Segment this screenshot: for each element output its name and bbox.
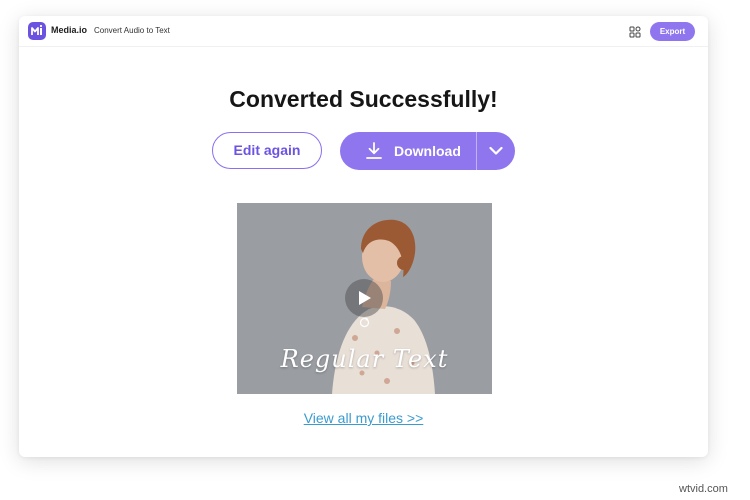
download-button-group: Download (340, 132, 515, 170)
top-bar: Media.io Convert Audio to Text Export (19, 16, 708, 47)
play-button[interactable] (345, 279, 383, 317)
success-headline: Converted Successfully! (229, 86, 498, 112)
app-window: Media.io Convert Audio to Text Export Co… (19, 16, 708, 457)
mediaio-logo-icon[interactable] (28, 22, 46, 40)
watermark: wtvid.com (679, 483, 728, 495)
download-options-dropdown[interactable] (477, 132, 515, 170)
video-preview[interactable]: Regular Text (237, 203, 492, 394)
grid-apps-icon[interactable] (629, 25, 641, 38)
edit-again-button[interactable]: Edit again (212, 132, 322, 169)
play-icon (359, 291, 371, 305)
download-button[interactable]: Download (340, 132, 476, 170)
loop-icon[interactable] (359, 315, 370, 333)
export-button[interactable]: Export (650, 22, 695, 41)
breadcrumb: Convert Audio to Text (94, 26, 170, 35)
chevron-down-icon (489, 146, 503, 155)
download-icon (365, 142, 383, 165)
download-label: Download (394, 143, 461, 159)
view-all-files-link[interactable]: View all my files >> (19, 410, 708, 426)
preview-overlay-text: Regular Text (280, 345, 449, 373)
brand-name[interactable]: Media.io (51, 25, 87, 35)
